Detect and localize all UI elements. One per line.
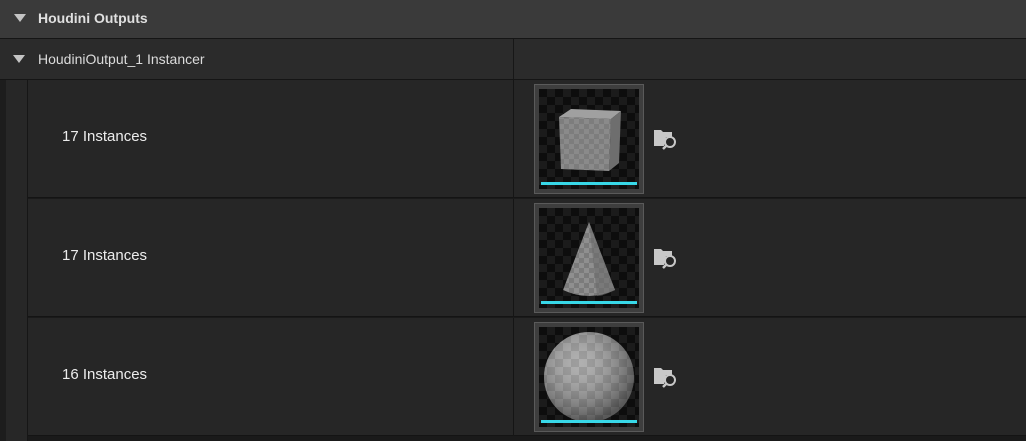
- instance-row: 17 Instances: [28, 199, 1026, 317]
- sphere-mesh-thumbnail[interactable]: [534, 322, 644, 432]
- cone-mesh-icon: [563, 222, 615, 296]
- sphere-mesh-icon: [544, 332, 634, 422]
- browse-asset-button[interactable]: [652, 124, 680, 152]
- column-divider: [513, 80, 514, 198]
- column-divider: [513, 39, 514, 79]
- accent-bar: [541, 301, 637, 304]
- cone-mesh-thumbnail[interactable]: [534, 203, 644, 313]
- column-divider: [513, 318, 514, 436]
- browse-asset-button[interactable]: [652, 362, 680, 390]
- accent-bar: [541, 182, 637, 185]
- browse-asset-icon: [654, 249, 676, 269]
- chevron-down-icon[interactable]: [14, 14, 26, 22]
- instancer-group-title: HoudiniOutput_1 Instancer: [38, 51, 205, 67]
- chevron-down-icon[interactable]: [13, 55, 25, 63]
- category-title: Houdini Outputs: [38, 10, 148, 26]
- cube-mesh-icon: [559, 109, 621, 171]
- instance-row: 17 Instances: [28, 80, 1026, 198]
- instance-row: 16 Instances: [28, 318, 1026, 436]
- instance-count-label: 17 Instances: [62, 247, 148, 264]
- column-divider: [513, 199, 514, 317]
- instance-count-label: 16 Instances: [62, 366, 148, 383]
- browse-asset-icon: [654, 368, 676, 388]
- browse-asset-button[interactable]: [652, 243, 680, 271]
- browse-asset-icon: [654, 130, 676, 150]
- houdini-outputs-category-header[interactable]: Houdini Outputs: [0, 0, 1026, 39]
- instancer-group-row[interactable]: HoudiniOutput_1 Instancer: [0, 39, 1026, 80]
- instance-count-label: 17 Instances: [62, 128, 148, 145]
- indent-column: [6, 80, 28, 441]
- accent-bar: [541, 420, 637, 423]
- cube-mesh-thumbnail[interactable]: [534, 84, 644, 194]
